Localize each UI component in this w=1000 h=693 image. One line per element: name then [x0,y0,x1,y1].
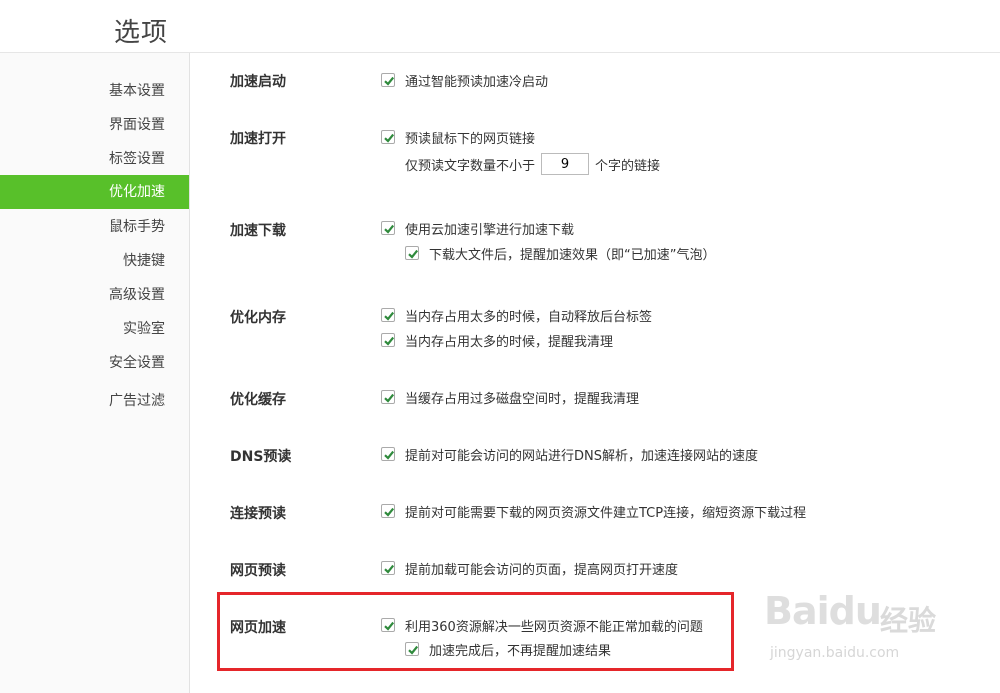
section-label-cache: 优化缓存 [230,392,286,408]
option-label: 预读鼠标下的网页链接 [405,131,536,147]
option-label: 提前对可能需要下载的网页资源文件建立TCP连接，缩短资源下载过程 [405,505,807,521]
option-row: 使用云加速引擎进行加速下载 [381,218,574,238]
option-row: 当内存占用太多的时候，自动释放后台标签 [381,305,652,325]
option-label: 提前加载可能会访问的页面，提高网页打开速度 [405,562,679,578]
prefetch-length-input[interactable] [541,153,590,175]
section-label-open: 加速打开 [230,131,286,147]
checkbox[interactable] [381,447,395,461]
sidebar-item-mouse-gestures[interactable]: 鼠标手势 [0,210,189,244]
checkbox[interactable] [381,561,395,575]
sidebar-item-optimize[interactable]: 优化加速 [0,175,189,209]
option-label: 通过智能预读加速冷启动 [405,74,549,90]
checkbox[interactable] [405,246,419,260]
settings-content: 加速启动 通过智能预读加速冷启动 加速打开 预读鼠标下的网页链接 仅预读文字数量… [190,53,1000,693]
option-label: 下载大文件后，提醒加速效果（即“已加速”气泡） [429,247,716,263]
option-label: 使用云加速引擎进行加速下载 [405,222,575,238]
sidebar-item-security[interactable]: 安全设置 [0,346,189,380]
option-label: 提前对可能会访问的网站进行DNS解析，加速连接网站的速度 [405,448,758,464]
option-label: 当内存占用太多的时候，提醒我清理 [405,334,614,350]
checkbox[interactable] [381,73,395,87]
sidebar-item-interface[interactable]: 界面设置 [0,108,189,142]
checkbox[interactable] [381,308,395,322]
checkbox[interactable] [381,130,395,144]
checkbox[interactable] [405,642,419,656]
section-label-download: 加速下载 [230,223,286,239]
section-label-memory: 优化内存 [230,310,286,326]
option-row: 提前对可能需要下载的网页资源文件建立TCP连接，缩短资源下载过程 [381,501,806,521]
option-row: 提前加载可能会访问的页面，提高网页打开速度 [381,558,678,578]
sidebar-item-tabs[interactable]: 标签设置 [0,142,189,176]
checkbox[interactable] [381,333,395,347]
option-row: 当内存占用太多的时候，提醒我清理 [381,330,613,350]
option-label: 加速完成后，不再提醒加速结果 [429,643,612,659]
section-label-page-accel: 网页加速 [230,620,286,636]
option-row: 预读鼠标下的网页链接 [381,127,535,147]
option-row: 加速完成后，不再提醒加速结果 [405,639,611,659]
option-row: 当缓存占用过多磁盘空间时，提醒我清理 [381,387,639,407]
section-label-dns: DNS预读 [230,449,292,465]
option-row: 利用360资源解决一些网页资源不能正常加载的问题 [381,615,703,635]
section-label-startup: 加速启动 [230,74,286,90]
option-label: 利用360资源解决一些网页资源不能正常加载的问题 [405,619,703,635]
sidebar-item-shortcuts[interactable]: 快捷键 [0,244,189,278]
checkbox[interactable] [381,390,395,404]
option-row: 通过智能预读加速冷启动 [381,70,548,90]
header: 选项 [0,0,1000,53]
sidebar-item-lab[interactable]: 实验室 [0,312,189,346]
checkbox[interactable] [381,618,395,632]
checkbox[interactable] [381,221,395,235]
option-label: 当缓存占用过多磁盘空间时，提醒我清理 [405,391,640,407]
sidebar: 基本设置 界面设置 标签设置 优化加速 鼠标手势 快捷键 高级设置 实验室 安全… [0,53,190,693]
sidebar-item-adblock[interactable]: 广告过滤 [0,384,189,418]
page-title: 选项 [114,18,169,48]
option-row: 提前对可能会访问的网站进行DNS解析，加速连接网站的速度 [381,444,758,464]
option-label: 当内存占用太多的时候，自动释放后台标签 [405,309,653,325]
prefetch-prefix-label: 仅预读文字数量不小于 [405,158,536,174]
section-label-connection: 连接预读 [230,506,286,522]
prefetch-suffix-label: 个字的链接 [595,158,661,174]
option-row: 下载大文件后，提醒加速效果（即“已加速”气泡） [405,243,715,263]
sidebar-item-basic[interactable]: 基本设置 [0,74,189,108]
section-label-page-prefetch: 网页预读 [230,563,286,579]
prefetch-length-row: 仅预读文字数量不小于 个字的链接 [405,152,660,176]
sidebar-item-advanced[interactable]: 高级设置 [0,278,189,312]
checkbox[interactable] [381,504,395,518]
